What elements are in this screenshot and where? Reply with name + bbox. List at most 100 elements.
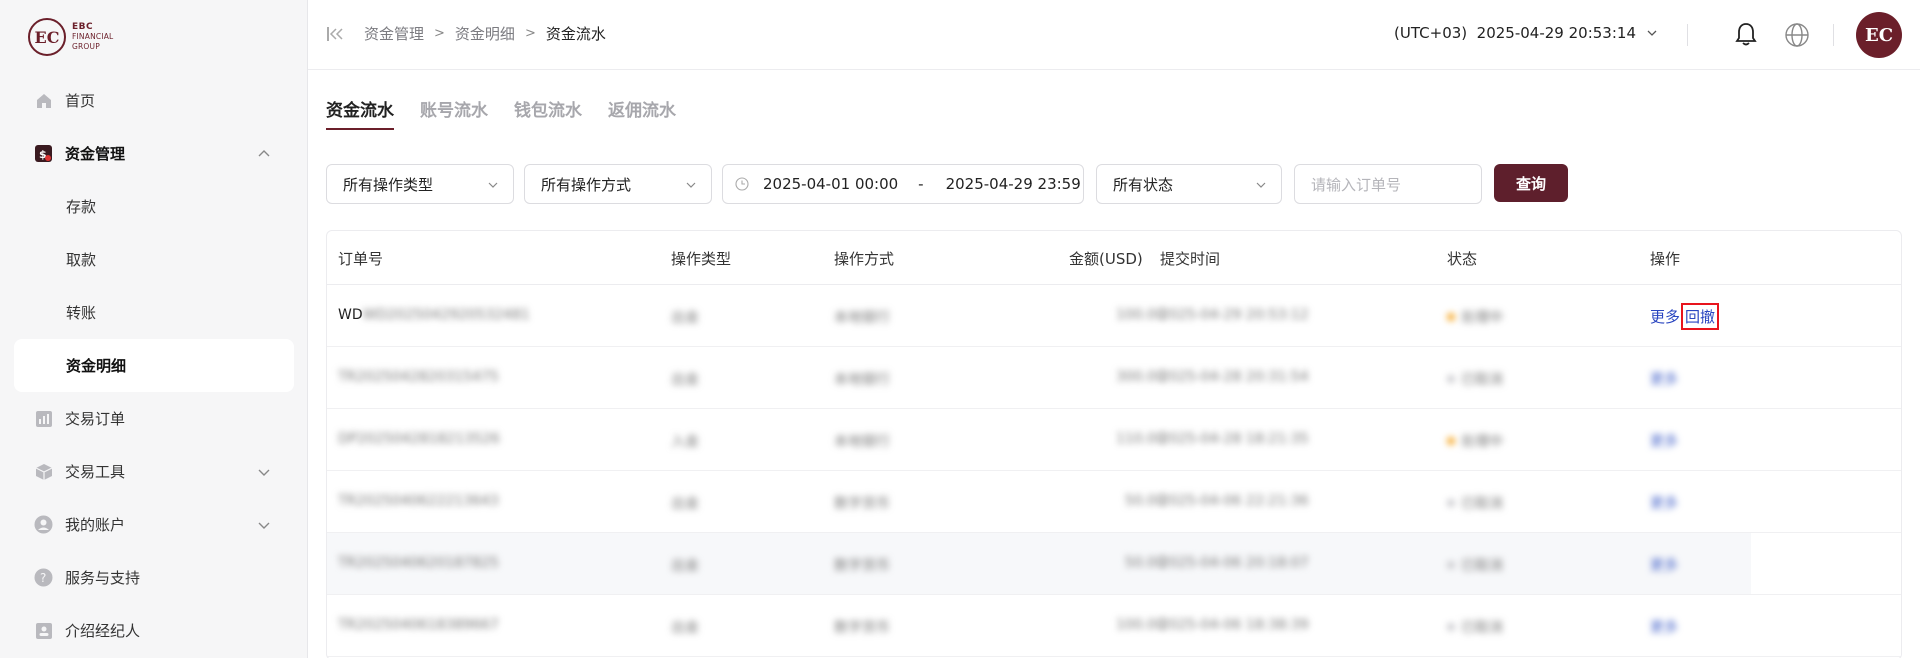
row-overlay [1751, 471, 1901, 532]
amount-cell: 100.00 [1116, 307, 1165, 323]
more-link[interactable]: 更多 [1650, 431, 1678, 451]
query-button[interactable]: 查询 [1494, 164, 1568, 202]
date-end[interactable]: 2025-04-29 23:59 [946, 175, 1081, 193]
timezone-selector[interactable]: (UTC+03) 2025-04-29 20:53:14 [1394, 24, 1658, 42]
more-link[interactable]: 更多 [1650, 617, 1678, 637]
more-link[interactable]: 更多 [1650, 369, 1678, 389]
date-range-picker[interactable]: 2025-04-01 00:00 - 2025-04-29 23:59 [722, 164, 1084, 204]
status-dot [1447, 623, 1455, 631]
sidebar-item-label: 交易工具 [65, 463, 126, 481]
brand-logo[interactable]: EC EBC FINANCIAL GROUP [28, 16, 113, 58]
operation-method-select[interactable]: 所有操作方式 [524, 164, 712, 204]
header-divider [1687, 24, 1688, 46]
type-cell: 出金 [671, 310, 699, 326]
type-cell: 出金 [671, 372, 699, 388]
sidebar-item-introducing-broker[interactable]: 介绍经纪人 [0, 604, 308, 657]
method-cell: 数字货币 [834, 558, 890, 574]
table-row: TR2025040622213643 出金 数字货币 50.00 2025-04… [327, 471, 1901, 533]
type-cell: 出金 [671, 620, 699, 636]
chevron-up-icon[interactable] [256, 146, 272, 162]
chevron-down-icon[interactable] [256, 517, 272, 533]
amount-cell: 50.00 [1124, 493, 1165, 509]
chevron-right-icon: > [434, 26, 445, 41]
table-row: TR2025040618389667 出金 数字货币 100.00 2025-0… [327, 595, 1901, 657]
sidebar-item-label: 转账 [66, 304, 97, 322]
actions-cell: 更多 回撤 [1650, 303, 1720, 330]
sidebar-item-deposit[interactable]: 存款 [0, 180, 308, 233]
sidebar-item-trade-tools[interactable]: 交易工具 [0, 445, 308, 498]
select-value: 所有状态 [1113, 175, 1174, 194]
bell-icon[interactable] [1732, 20, 1760, 48]
sidebar-item-label: 服务与支持 [65, 569, 141, 587]
order-cell: DP2025042818213526 [338, 431, 500, 447]
more-link[interactable]: 更多 [1650, 308, 1680, 326]
operation-type-select[interactable]: 所有操作类型 [326, 164, 514, 204]
tab-wallet-flow[interactable]: 钱包流水 [514, 96, 582, 130]
more-link[interactable]: 更多 [1650, 555, 1678, 575]
header-divider [1833, 24, 1834, 46]
breadcrumb-item[interactable]: 资金明细 [455, 23, 515, 44]
top-header: 资金管理 > 资金明细 > 资金流水 (UTC+03) 2025-04-29 2… [308, 0, 1920, 70]
globe-icon[interactable] [1784, 22, 1810, 48]
status-dot [1447, 499, 1455, 507]
time-cell: 2025-04-06 20:18:07 [1160, 555, 1309, 571]
column-header: 操作方式 [834, 250, 895, 268]
svg-text:?: ? [40, 571, 46, 585]
table-row: WDWD2025042920532481 出金 本地银行 100.00 2025… [327, 285, 1901, 347]
sidebar-item-label: 资金明细 [66, 357, 127, 375]
status-cell: 处理中 [1447, 431, 1503, 451]
sidebar-item-home[interactable]: 首页 [0, 74, 308, 127]
date-start[interactable]: 2025-04-01 00:00 [763, 175, 898, 193]
table-row: TR2025042820315475 出金 本地银行 300.00 2025-0… [327, 347, 1901, 409]
more-link[interactable]: 更多 [1650, 493, 1678, 513]
time-cell: 2025-04-06 18:38:39 [1160, 617, 1309, 633]
row-overlay [1751, 533, 1901, 594]
sidebar-item-funds[interactable]: $ 资金管理 [0, 127, 308, 180]
type-cell: 出金 [671, 496, 699, 512]
method-cell: 本地银行 [834, 310, 890, 326]
collapse-sidebar-icon[interactable] [326, 26, 344, 42]
breadcrumb: 资金管理 > 资金明细 > 资金流水 [364, 23, 606, 44]
sidebar-item-my-account[interactable]: 我的账户 [0, 498, 308, 551]
sidebar-item-support[interactable]: ? 服务与支持 [0, 551, 308, 604]
column-header: 操作类型 [671, 250, 732, 268]
logo-line-3: GROUP [72, 42, 100, 51]
type-cell: 入金 [671, 434, 699, 450]
breadcrumb-item[interactable]: 资金管理 [364, 23, 424, 44]
status-cell: 已取消 [1447, 493, 1503, 513]
avatar[interactable]: EC [1856, 12, 1902, 58]
sidebar-item-fund-details[interactable]: 资金明细 [14, 339, 294, 392]
column-header: 金额(USD) [1069, 250, 1143, 268]
sidebar-item-trade-orders[interactable]: 交易订单 [0, 392, 308, 445]
sidebar-item-label: 我的账户 [65, 516, 126, 534]
row-overlay [1751, 595, 1901, 656]
order-cell: TR2025040622213643 [338, 493, 499, 509]
chevron-down-icon [1647, 30, 1657, 36]
box-icon [34, 462, 53, 481]
sidebar-item-transfer[interactable]: 转账 [0, 286, 308, 339]
tab-fund-flow[interactable]: 资金流水 [326, 96, 394, 130]
column-header: 状态 [1447, 250, 1478, 268]
method-cell: 本地银行 [834, 434, 890, 450]
time-cell: 2025-04-29 20:53:12 [1160, 307, 1309, 323]
date-separator: - [918, 175, 924, 193]
status-select[interactable]: 所有状态 [1096, 164, 1282, 204]
column-header: 提交时间 [1160, 250, 1221, 268]
order-cell: WDWD2025042920532481 [338, 307, 530, 323]
order-number-input[interactable]: 请输入订单号 [1294, 164, 1482, 204]
order-cell: TR2025040618389667 [338, 617, 499, 633]
sidebar-item-label: 存款 [66, 198, 97, 216]
status-text: 处理中 [1461, 310, 1503, 326]
status-text: 已取消 [1461, 496, 1503, 512]
home-icon [34, 91, 53, 110]
revoke-link[interactable]: 回撤 [1681, 303, 1720, 330]
tab-rebate-flow[interactable]: 返佣流水 [608, 96, 676, 130]
breadcrumb-current: 资金流水 [545, 25, 606, 43]
order-cell: TR2025042820315475 [338, 369, 499, 385]
tab-account-flow[interactable]: 账号流水 [420, 96, 488, 130]
status-cell: 已取消 [1447, 617, 1503, 637]
sidebar-menu: 首页 $ 资金管理 存款 取款 转账 资金明细 交易订单 交易工具 我的账户 ?… [0, 74, 308, 657]
table-row: TR2025040620187825 出金 数字货币 50.00 2025-04… [327, 533, 1901, 595]
sidebar-item-withdraw[interactable]: 取款 [0, 233, 308, 286]
chevron-down-icon[interactable] [256, 464, 272, 480]
